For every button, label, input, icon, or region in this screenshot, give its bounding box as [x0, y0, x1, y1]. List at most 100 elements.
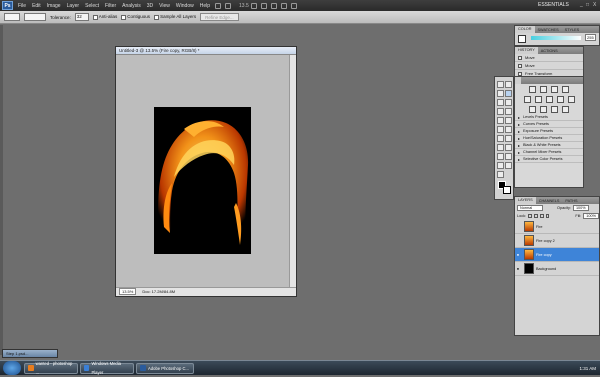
document-title[interactable]: Untitled-3 @ 13.5% (Fire copy, RGB/8) * — [116, 47, 296, 55]
tab-adjustments[interactable]: ​ — [515, 77, 521, 84]
hand-tool-icon[interactable] — [250, 2, 257, 9]
path-selection-icon[interactable] — [497, 153, 504, 160]
clone-stamp-icon[interactable] — [497, 117, 504, 124]
hue-saturation-icon[interactable] — [534, 95, 542, 103]
bridge-icon[interactable] — [215, 2, 222, 9]
window-maximize-button[interactable]: □ — [586, 2, 589, 8]
brightness-contrast-icon[interactable] — [529, 85, 536, 93]
refine-edge-button[interactable]: Refine Edge... — [200, 13, 239, 21]
tab-layers[interactable]: LAYERS — [515, 197, 536, 204]
antialias-check-icon[interactable] — [92, 14, 98, 20]
taskbar-item[interactable]: wanted - photoshop ... — [24, 361, 78, 375]
hand-tool-icon[interactable] — [505, 162, 512, 169]
vertical-scrollbar[interactable] — [289, 55, 296, 288]
zoom-tool-icon[interactable] — [260, 2, 267, 9]
rotate-view-icon[interactable] — [270, 2, 277, 9]
menu-layer[interactable]: Layer — [64, 3, 83, 9]
gradient-map-icon[interactable] — [562, 105, 569, 113]
screen-mode-icon[interactable] — [290, 2, 297, 9]
exposure-icon[interactable] — [562, 85, 569, 93]
tool-preset-picker[interactable] — [4, 13, 20, 21]
sample-all-layers-checkbox[interactable]: Sample All Layers — [154, 14, 196, 20]
history-item[interactable]: Move — [515, 54, 583, 62]
gradient-tool-icon[interactable] — [505, 126, 512, 133]
dodge-tool-icon[interactable] — [505, 135, 512, 142]
tab-styles[interactable]: STYLES — [562, 28, 583, 32]
menu-edit[interactable]: Edit — [29, 3, 44, 9]
tab-paths[interactable]: PATHS — [562, 199, 580, 203]
threshold-icon[interactable] — [551, 105, 558, 113]
tab-history[interactable]: HISTORY — [515, 47, 538, 54]
posterize-icon[interactable] — [540, 105, 547, 113]
start-button[interactable] — [3, 361, 21, 375]
shape-tool-icon[interactable] — [505, 153, 512, 160]
workspace-switcher[interactable]: ESSENTIALS — [538, 2, 569, 8]
color-value[interactable]: 255 — [585, 34, 596, 41]
zoom-tool-icon[interactable] — [497, 171, 504, 178]
window-close-button[interactable]: X — [593, 2, 596, 8]
document-window[interactable]: Untitled-3 @ 13.5% (Fire copy, RGB/8) * — [115, 46, 297, 297]
system-clock[interactable]: 1:31 AM — [579, 366, 596, 371]
eye-icon[interactable]: ● — [515, 252, 521, 257]
selective-color-presets[interactable]: Selective Color Presets — [515, 156, 583, 163]
lock-pixels-icon[interactable] — [533, 214, 538, 218]
minimized-document[interactable]: Step 1.psd... — [2, 349, 58, 358]
black-white-icon[interactable] — [556, 95, 564, 103]
invert-icon[interactable] — [529, 105, 536, 113]
doc-info[interactable]: Doc: 17.2M/84.8M — [142, 288, 175, 296]
history-item[interactable]: Move — [515, 62, 583, 70]
menu-help[interactable]: Help — [197, 3, 213, 9]
layer-row[interactable]: Fire — [515, 220, 599, 234]
taskbar-item[interactable]: Adobe Photoshop C... — [136, 362, 194, 374]
brush-tool-icon[interactable] — [505, 108, 512, 115]
canvas-area[interactable] — [116, 55, 290, 288]
foreground-swatch[interactable] — [518, 35, 526, 43]
channel-mixer-presets[interactable]: Channel Mixer Presets — [515, 149, 583, 156]
lock-all-icon[interactable] — [545, 214, 550, 218]
color-balance-icon[interactable] — [545, 95, 553, 103]
vibrance-icon[interactable] — [523, 95, 531, 103]
minibridge-icon[interactable] — [225, 2, 232, 9]
menu-file[interactable]: File — [15, 3, 29, 9]
healing-brush-icon[interactable] — [497, 108, 504, 115]
tolerance-input[interactable]: 32 — [74, 13, 89, 21]
zoom-field[interactable]: 13.5% — [119, 288, 137, 295]
black-white-presets[interactable]: Black & White Presets — [515, 142, 583, 149]
eraser-tool-icon[interactable] — [497, 126, 504, 133]
menu-window[interactable]: Window — [173, 3, 197, 9]
crop-tool-icon[interactable] — [497, 99, 504, 106]
eyedropper-tool-icon[interactable] — [505, 99, 512, 106]
3d-rotate-icon[interactable] — [497, 162, 504, 169]
curves-icon[interactable] — [551, 85, 558, 93]
menu-select[interactable]: Select — [82, 3, 102, 9]
arrange-documents-icon[interactable] — [280, 2, 287, 9]
layer-row[interactable]: ● Background — [515, 262, 599, 276]
background-color-swatch[interactable] — [503, 186, 511, 194]
tab-actions[interactable]: ACTIONS — [538, 49, 561, 53]
opacity-input[interactable]: 100% — [572, 205, 589, 211]
menu-analysis[interactable]: Analysis — [119, 3, 144, 9]
selection-mode-buttons[interactable] — [24, 13, 46, 21]
menu-view[interactable]: View — [156, 3, 173, 9]
lock-position-icon[interactable] — [539, 214, 544, 218]
photo-filter-icon[interactable] — [567, 95, 575, 103]
tab-color[interactable]: COLOR — [515, 26, 535, 33]
levels-icon[interactable] — [540, 85, 547, 93]
marquee-tool-icon[interactable] — [505, 81, 512, 88]
window-minimize-button[interactable]: _ — [580, 2, 583, 8]
lasso-tool-icon[interactable] — [497, 90, 504, 97]
color-slider[interactable] — [531, 36, 581, 40]
taskbar-item[interactable]: Windows Media Player — [80, 361, 134, 375]
tab-channels[interactable]: CHANNELS — [536, 199, 563, 203]
fill-input[interactable]: 100% — [583, 213, 600, 219]
blur-tool-icon[interactable] — [497, 135, 504, 142]
magic-wand-tool-icon[interactable] — [505, 90, 512, 97]
type-tool-icon[interactable] — [505, 144, 512, 151]
exposure-presets[interactable]: Exposure Presets — [515, 128, 583, 135]
history-brush-icon[interactable] — [505, 117, 512, 124]
move-tool-icon[interactable] — [497, 81, 504, 88]
fire-image[interactable] — [154, 107, 251, 254]
layer-row-selected[interactable]: ● Fire copy — [515, 248, 599, 262]
zoom-level[interactable]: 13.5 — [239, 3, 249, 9]
menu-3d[interactable]: 3D — [144, 3, 156, 9]
